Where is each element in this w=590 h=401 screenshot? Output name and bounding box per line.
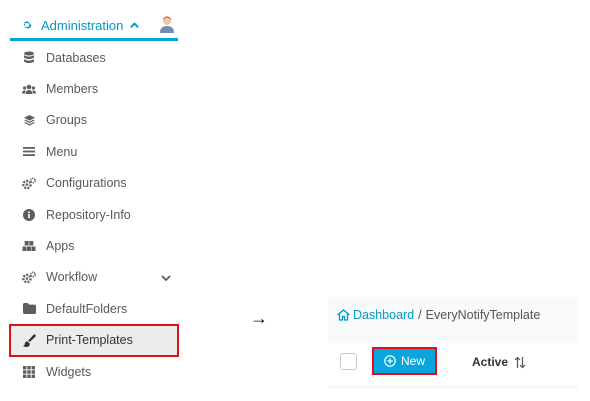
new-button[interactable]: New [372, 347, 437, 375]
user-avatar[interactable] [158, 15, 176, 33]
database-icon [22, 51, 36, 65]
sidebar-item-label: Configurations [46, 176, 127, 191]
sidebar-item-label: Workflow [46, 270, 98, 285]
sidebar-item-repository-info[interactable]: Repository-Info [10, 199, 178, 230]
select-all-checkbox[interactable] [340, 353, 357, 370]
admin-sidebar: Administration Databases Members Groups … [0, 0, 190, 401]
sort-icon[interactable] [514, 356, 526, 369]
sidebar-item-label: Menu [46, 144, 78, 159]
users-icon [22, 82, 36, 96]
new-button-label: New [400, 354, 425, 368]
column-header-active[interactable]: Active [472, 355, 526, 369]
chevron-down-icon[interactable] [160, 271, 172, 283]
sidebar-item-menu[interactable]: Menu [10, 136, 178, 167]
gears-icon [22, 176, 36, 190]
sidebar-item-defaultfolders[interactable]: DefaultFolders [10, 293, 178, 324]
sidebar-item-label: Apps [46, 239, 75, 254]
sidebar-item-databases[interactable]: Databases [10, 42, 178, 73]
breadcrumb: Dashboard / EveryNotifyTemplate [337, 308, 540, 322]
sidebar-item-apps[interactable]: Apps [10, 230, 178, 261]
sidebar-item-workflow[interactable]: Workflow [10, 262, 178, 293]
sidebar-item-label: Members [46, 82, 99, 97]
breadcrumb-separator: / [418, 308, 422, 322]
sidebar-menu: Databases Members Groups Menu Configurat… [9, 42, 179, 387]
folder-icon [22, 302, 36, 316]
plus-circle-icon [384, 355, 396, 367]
menu-icon [22, 145, 36, 159]
sidebar-item-groups[interactable]: Groups [10, 105, 178, 136]
breadcrumb-dashboard-link[interactable]: Dashboard [353, 308, 414, 322]
sidebar-item-label: Widgets [46, 364, 92, 379]
sidebar-item-label: DefaultFolders [46, 301, 128, 316]
table-toolbar: New Active [328, 343, 578, 385]
sidebar-item-label: Databases [46, 50, 106, 65]
sidebar-item-widgets[interactable]: Widgets [10, 356, 178, 387]
home-icon[interactable] [337, 309, 350, 322]
step-arrow: → [250, 308, 268, 328]
sidebar-item-members[interactable]: Members [10, 73, 178, 104]
layers-icon [22, 113, 36, 127]
sidebar-item-print-templates[interactable]: Print-Templates [9, 323, 179, 357]
print-templates-panel: Dashboard / EveryNotifyTemplate New Acti… [328, 297, 578, 389]
breadcrumb-current: EveryNotifyTemplate [425, 308, 541, 322]
gears-icon [22, 270, 36, 284]
cog-icon [20, 18, 34, 32]
chevron-up-icon[interactable] [129, 19, 141, 31]
cubes-icon [22, 239, 36, 253]
paintbrush-icon [22, 333, 36, 347]
info-icon [22, 208, 36, 222]
column-header-label: Active [472, 355, 509, 369]
sidebar-item-label: Groups [46, 113, 87, 128]
administration-label: Administration [41, 17, 124, 33]
sidebar-item-label: Repository-Info [46, 207, 131, 222]
sidebar-item-configurations[interactable]: Configurations [10, 168, 178, 199]
administration-menu-header[interactable]: Administration [10, 12, 178, 41]
sidebar-item-label: Print-Templates [46, 333, 133, 348]
grid-icon [22, 365, 36, 379]
